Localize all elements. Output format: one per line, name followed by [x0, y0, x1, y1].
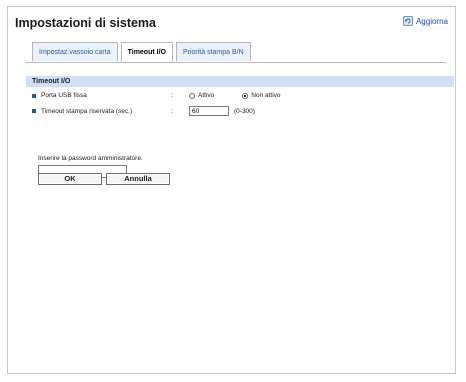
reserved-timeout-label: Timeout stampa riservata (sec.) — [41, 107, 133, 115]
reserved-timeout-row: Timeout stampa riservata (sec.) : (0-300… — [32, 106, 255, 116]
tab-paper-tray[interactable]: Impostaz.vassoio carta — [32, 42, 118, 61]
bullet-icon — [32, 93, 36, 98]
refresh-link[interactable]: Aggiorna — [403, 16, 448, 26]
tab-io-timeout[interactable]: Timeout I/O — [120, 42, 173, 62]
section-header: Timeout I/O — [26, 76, 454, 87]
radio-active[interactable] — [189, 92, 195, 99]
timeout-range: (0-300) — [234, 107, 255, 115]
refresh-label: Aggiorna — [415, 16, 448, 26]
separator: : — [171, 107, 173, 115]
admin-password-prompt: Inserire la password amministratore. — [38, 155, 143, 162]
tab-divider — [25, 62, 446, 63]
bullet-icon — [32, 109, 36, 113]
refresh-icon — [403, 16, 413, 26]
ok-button[interactable]: OK — [38, 173, 102, 185]
radio-not-active-label: Non attivo — [251, 92, 281, 99]
usb-port-label: Porta USB fissa — [41, 92, 87, 99]
settings-panel: Impostazioni di sistema Aggiorna Imposta… — [7, 6, 456, 374]
radio-active-label: Attivo — [198, 92, 215, 99]
separator: : — [171, 92, 173, 99]
tab-bw-priority[interactable]: Priorità stampa B/N — [175, 42, 251, 61]
cancel-button[interactable]: Annulla — [106, 173, 170, 185]
timeout-input[interactable] — [189, 106, 229, 116]
page-title: Impostazioni di sistema — [15, 16, 157, 30]
tab-bar: Impostaz.vassoio carta Timeout I/O Prior… — [32, 42, 251, 62]
usb-port-radio-group: Attivo Non attivo — [189, 92, 309, 99]
radio-not-active[interactable] — [242, 92, 249, 99]
usb-port-row: Porta USB fissa : Attivo Non attivo — [32, 92, 309, 99]
